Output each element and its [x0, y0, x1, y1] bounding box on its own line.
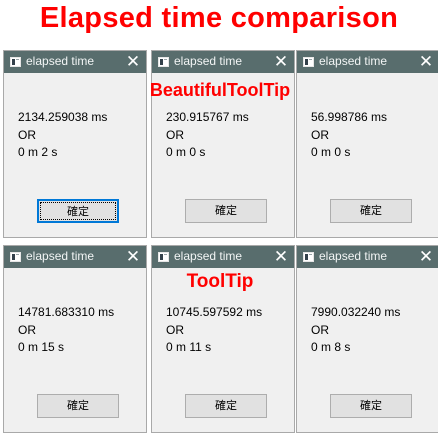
- window-app-icon: [303, 252, 314, 262]
- elapsed-ms: 56.998786 ms: [311, 110, 388, 124]
- dialog-titlebar[interactable]: elapsed time ✕: [4, 246, 146, 268]
- elapsed-min-sec: 0 m 2 s: [18, 145, 58, 159]
- dialog-message: 10745.597592 ms OR 0 m 11 s: [166, 304, 262, 357]
- close-icon[interactable]: ✕: [125, 51, 141, 73]
- dialog-titlebar[interactable]: elapsed time ✕: [4, 51, 146, 73]
- elapsed-min-sec: 0 m 0 s: [311, 145, 351, 159]
- page-title: Elapsed time comparison: [39, 2, 399, 34]
- window-app-icon: [10, 57, 21, 67]
- dialog-title: elapsed time: [26, 54, 95, 68]
- elapsed-min-sec: 0 m 8 s: [311, 340, 351, 354]
- dialog-1: elapsed time ✕ 2134.259038 ms OR 0 m 2 s…: [3, 50, 147, 238]
- ok-button[interactable]: 確定: [330, 394, 412, 418]
- or-text: OR: [18, 127, 36, 142]
- ok-button[interactable]: 確定: [185, 199, 267, 223]
- elapsed-min-sec: 0 m 0 s: [166, 145, 206, 159]
- close-icon[interactable]: ✕: [418, 51, 434, 73]
- beautiful-tooltip-label: BeautifulToolTip: [149, 80, 291, 100]
- close-icon[interactable]: ✕: [418, 246, 434, 268]
- window-app-icon: [158, 252, 169, 262]
- close-icon[interactable]: ✕: [273, 51, 289, 73]
- dialog-message: 2134.259038 ms OR 0 m 2 s: [18, 109, 107, 162]
- ok-button[interactable]: 確定: [330, 199, 412, 223]
- ok-button[interactable]: 確定: [37, 199, 119, 223]
- or-text: OR: [311, 322, 329, 337]
- dialog-title: elapsed time: [319, 54, 388, 68]
- or-text: OR: [166, 127, 184, 142]
- or-text: OR: [18, 322, 36, 337]
- window-app-icon: [158, 57, 169, 67]
- dialog-4: elapsed time ✕ 14781.683310 ms OR 0 m 15…: [3, 245, 147, 433]
- dialog-title: elapsed time: [319, 249, 388, 263]
- window-app-icon: [10, 252, 21, 262]
- elapsed-ms: 10745.597592 ms: [166, 305, 263, 319]
- elapsed-min-sec: 0 m 11 s: [166, 340, 212, 354]
- dialog-message: 56.998786 ms OR 0 m 0 s: [311, 109, 387, 162]
- dialog-titlebar[interactable]: elapsed time ✕: [152, 246, 294, 268]
- dialog-message: 7990.032240 ms OR 0 m 8 s: [311, 304, 400, 357]
- close-icon[interactable]: ✕: [125, 246, 141, 268]
- or-text: OR: [311, 127, 329, 142]
- tooltip-label: ToolTip: [186, 271, 254, 292]
- dialog-titlebar[interactable]: elapsed time ✕: [152, 51, 294, 73]
- ok-button[interactable]: 確定: [37, 394, 119, 418]
- ok-button[interactable]: 確定: [185, 394, 267, 418]
- dialog-titlebar[interactable]: elapsed time ✕: [297, 246, 438, 268]
- elapsed-ms: 2134.259038 ms: [18, 110, 108, 124]
- close-icon[interactable]: ✕: [273, 246, 289, 268]
- dialog-title: elapsed time: [174, 249, 243, 263]
- dialog-message: 14781.683310 ms OR 0 m 15 s: [18, 304, 114, 357]
- elapsed-min-sec: 0 m 15 s: [18, 340, 65, 354]
- elapsed-ms: 230.915767 ms: [166, 110, 249, 124]
- dialog-6: elapsed time ✕ 7990.032240 ms OR 0 m 8 s…: [296, 245, 438, 433]
- dialog-title: elapsed time: [174, 54, 243, 68]
- dialog-3: elapsed time ✕ 56.998786 ms OR 0 m 0 s 確…: [296, 50, 438, 238]
- window-app-icon: [303, 57, 314, 67]
- dialog-message: 230.915767 ms OR 0 m 0 s: [166, 109, 249, 162]
- dialog-2: elapsed time ✕ 230.915767 ms OR 0 m 0 s …: [151, 50, 295, 238]
- elapsed-ms: 14781.683310 ms: [18, 305, 115, 319]
- dialog-title: elapsed time: [26, 249, 95, 263]
- elapsed-ms: 7990.032240 ms: [311, 305, 401, 319]
- or-text: OR: [166, 322, 184, 337]
- dialog-titlebar[interactable]: elapsed time ✕: [297, 51, 438, 73]
